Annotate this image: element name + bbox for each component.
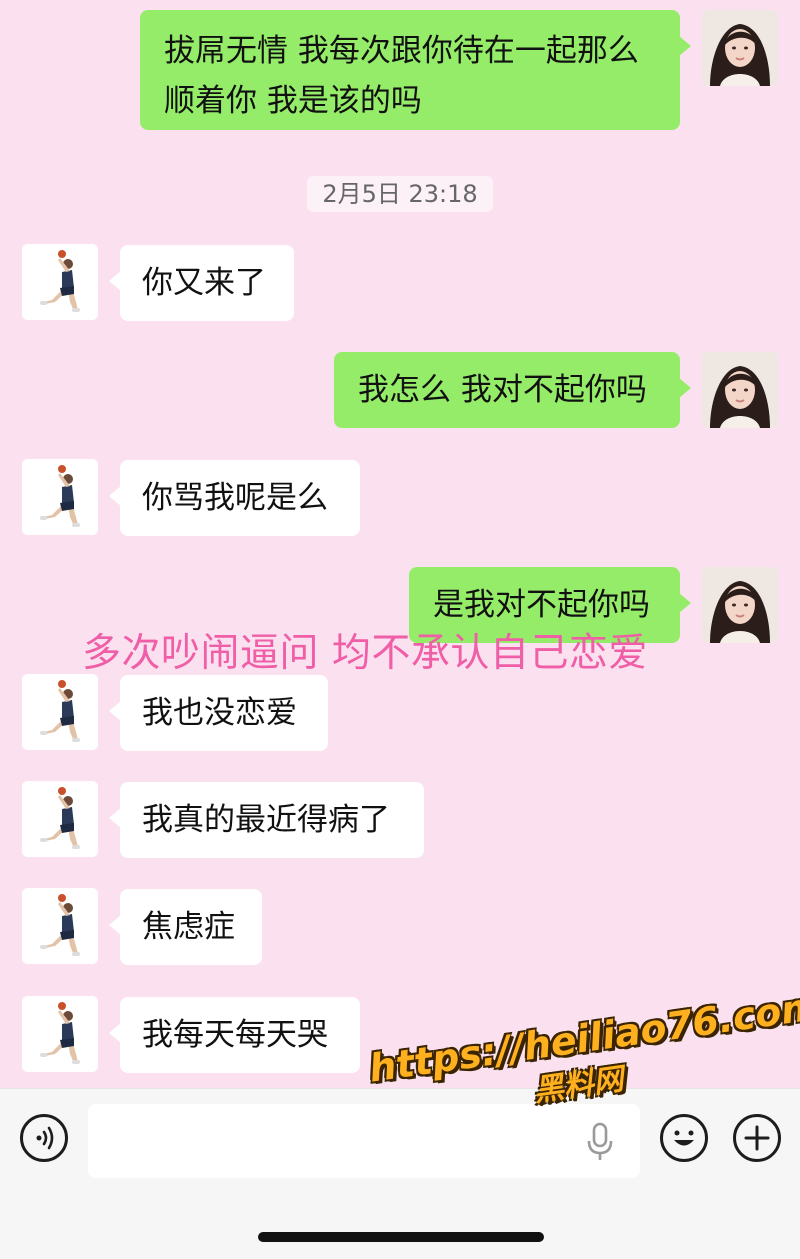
contact-avatar[interactable] [22,459,98,535]
message-bubble-received[interactable]: 我也没恋爱 [109,675,328,751]
sender-avatar[interactable] [702,567,778,643]
message-bubble-sent[interactable]: 我怎么 我对不起你吗 [334,352,691,428]
contact-avatar[interactable] [22,996,98,1072]
contact-avatar[interactable] [22,674,98,750]
plus-icon[interactable] [733,1114,781,1162]
overlay-caption: 多次吵闹逼问 均不承认自己恋爱 [82,631,648,676]
message-bubble-received[interactable]: 你骂我呢是么 [109,460,360,536]
sender-avatar[interactable] [702,10,778,86]
message-bubble-received[interactable]: 你又来了 [109,245,294,321]
message-bubble-received[interactable]: 焦虑症 [109,889,262,965]
contact-avatar[interactable] [22,888,98,964]
message-bubble-sent[interactable]: 拔屌无情 我每次跟你待在一起那么 顺着你 我是该的吗 [140,10,691,130]
voice-icon[interactable] [20,1114,68,1162]
contact-avatar[interactable] [22,244,98,320]
home-indicator[interactable] [258,1232,544,1242]
contact-avatar[interactable] [22,781,98,857]
message-bubble-received[interactable]: 我真的最近得病了 [109,782,424,858]
message-bubble-received[interactable]: 我每天每天哭 [109,997,360,1073]
sender-avatar[interactable] [702,352,778,428]
chat-timestamp: 2月5日 23:18 [307,176,493,212]
